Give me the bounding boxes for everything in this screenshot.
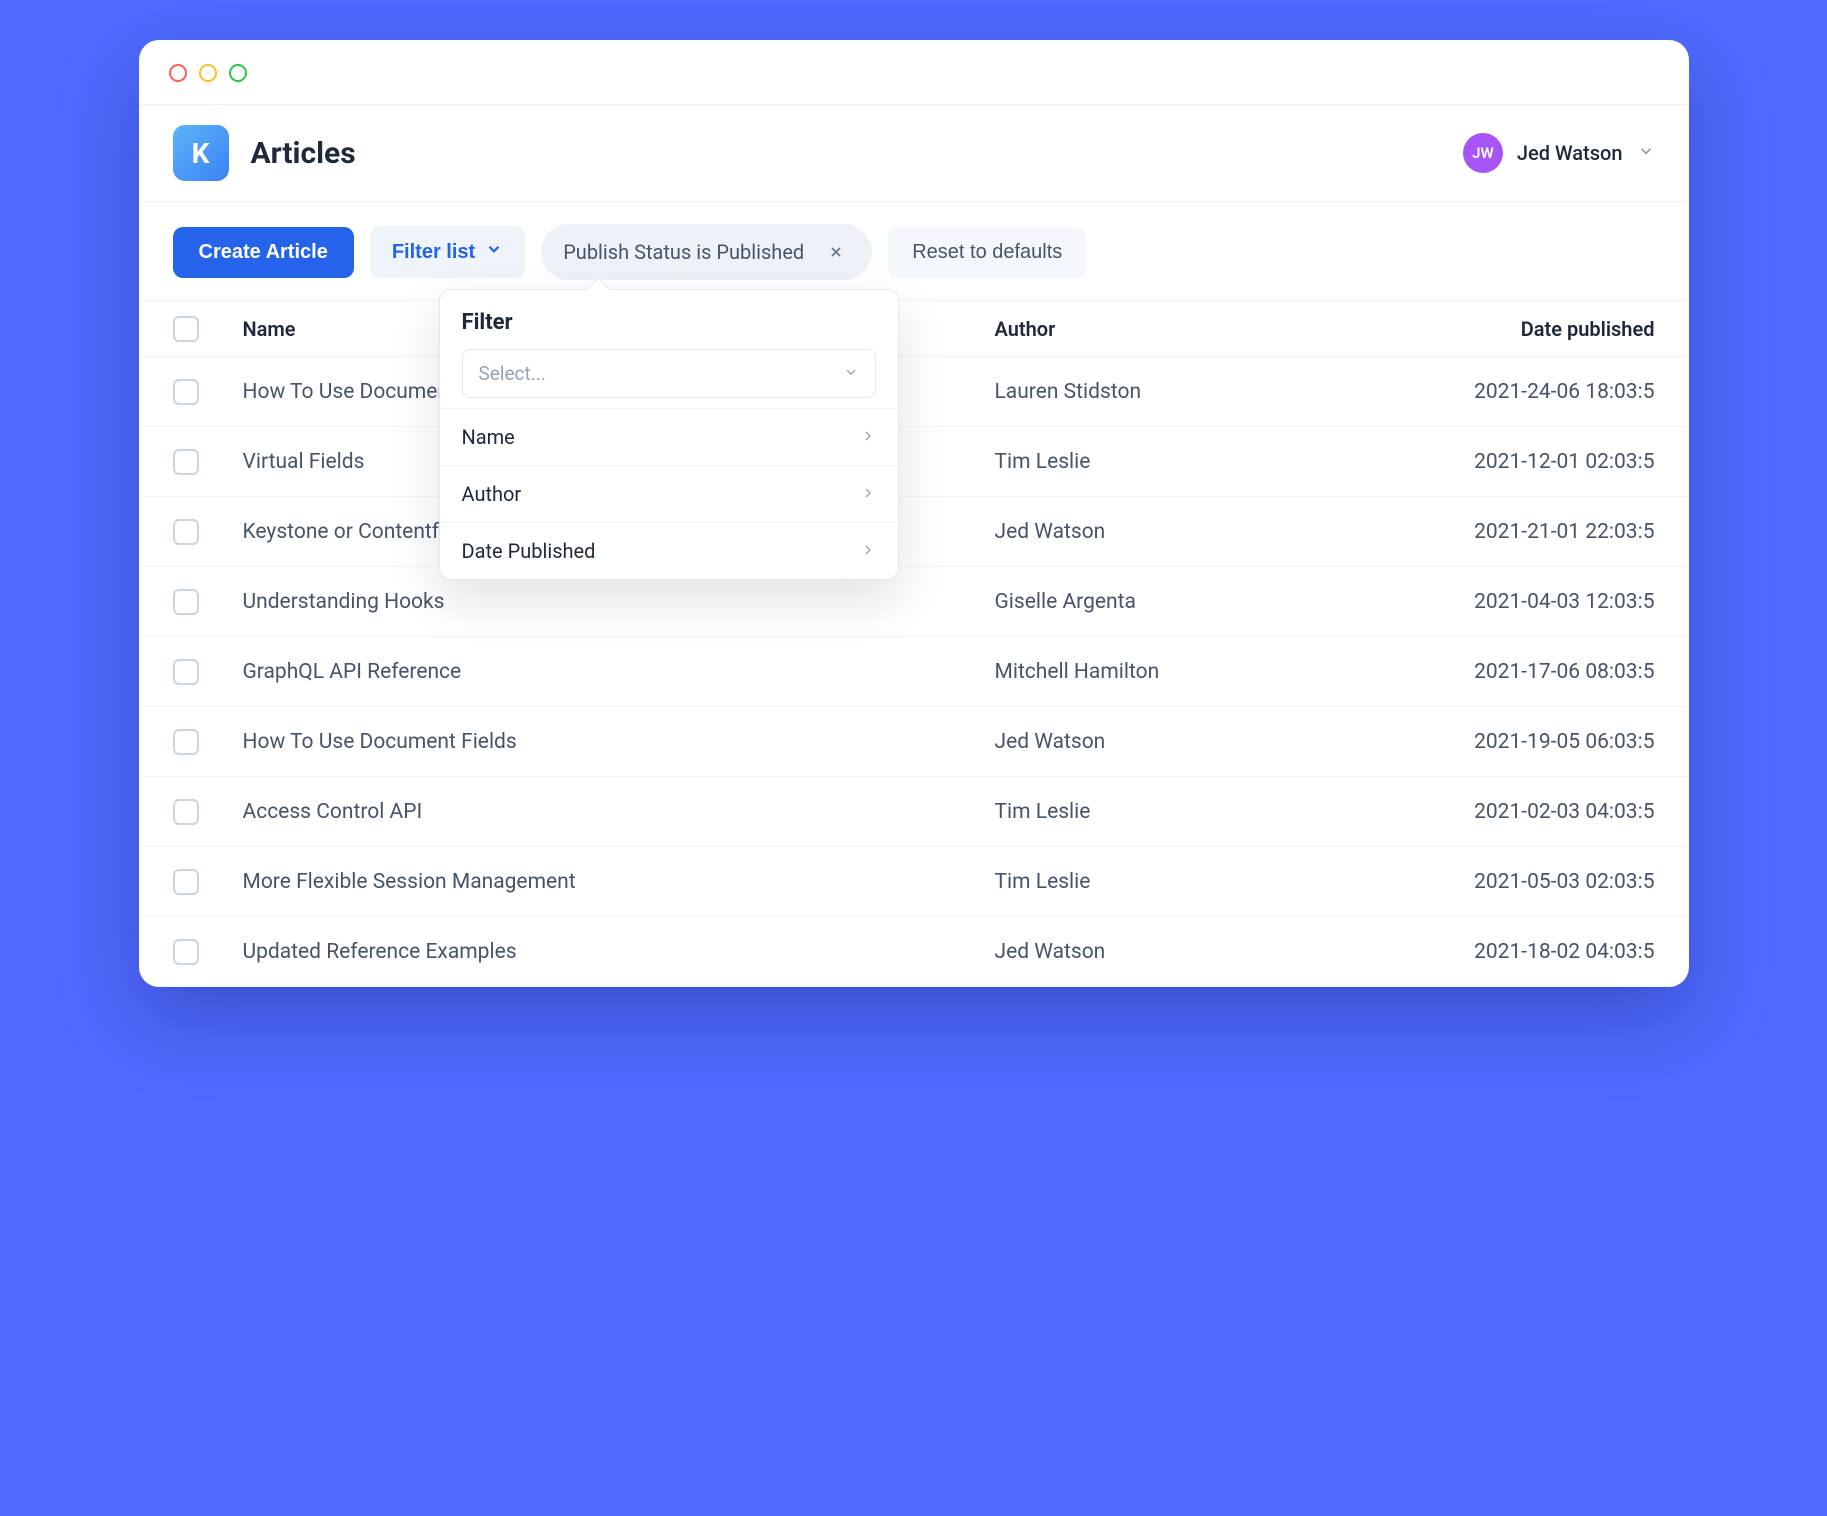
row-checkbox[interactable] xyxy=(173,939,199,965)
page-title: Articles xyxy=(251,136,356,171)
filter-option[interactable]: Name xyxy=(440,408,898,465)
table-row[interactable]: More Flexible Session ManagementTim Lesl… xyxy=(139,847,1689,917)
avatar: JW xyxy=(1463,133,1503,173)
filter-option[interactable]: Author xyxy=(440,465,898,522)
chevron-down-icon xyxy=(485,240,503,264)
filter-option-label: Name xyxy=(462,425,515,449)
cell-date: 2021-21-01 22:03:5 xyxy=(1335,520,1655,544)
cell-name: Updated Reference Examples xyxy=(243,940,995,964)
filter-popover-title: Filter xyxy=(440,290,898,349)
row-checkbox[interactable] xyxy=(173,449,199,475)
cell-date: 2021-02-03 04:03:5 xyxy=(1335,800,1655,824)
chevron-right-icon xyxy=(860,482,876,506)
row-checkbox[interactable] xyxy=(173,659,199,685)
cell-date: 2021-04-03 12:03:5 xyxy=(1335,590,1655,614)
table-row[interactable]: Updated Reference ExamplesJed Watson2021… xyxy=(139,917,1689,987)
cell-date: 2021-12-01 02:03:5 xyxy=(1335,450,1655,474)
reset-filters-button[interactable]: Reset to defaults xyxy=(888,227,1086,278)
filter-list-label: Filter list xyxy=(392,241,475,264)
row-checkbox[interactable] xyxy=(173,799,199,825)
content-area: Name Author Date published How To Use Do… xyxy=(139,301,1689,987)
cell-name: More Flexible Session Management xyxy=(243,870,995,894)
cell-date: 2021-17-06 08:03:5 xyxy=(1335,660,1655,684)
cell-author: Giselle Argenta xyxy=(995,590,1335,614)
cell-name: How To Use Document Fields xyxy=(243,730,995,754)
chevron-down-icon xyxy=(1637,142,1655,164)
cell-date: 2021-18-02 04:03:5 xyxy=(1335,940,1655,964)
cell-author: Jed Watson xyxy=(995,730,1335,754)
row-checkbox[interactable] xyxy=(173,729,199,755)
filter-chip-label: Publish Status is Published xyxy=(563,240,804,264)
header-left: K Articles xyxy=(173,125,356,181)
close-icon[interactable] xyxy=(822,238,850,266)
articles-table: Name Author Date published How To Use Do… xyxy=(139,301,1689,987)
filter-option-label: Author xyxy=(462,482,522,506)
filter-option[interactable]: Date Published xyxy=(440,522,898,579)
app-logo-icon[interactable]: K xyxy=(173,125,229,181)
cell-name: Access Control API xyxy=(243,800,995,824)
toolbar: Create Article Filter list Publish Statu… xyxy=(139,202,1689,301)
cell-author: Tim Leslie xyxy=(995,450,1335,474)
filter-select-placeholder: Select... xyxy=(479,362,546,385)
cell-date: 2021-05-03 02:03:5 xyxy=(1335,870,1655,894)
row-checkbox[interactable] xyxy=(173,589,199,615)
row-checkbox[interactable] xyxy=(173,869,199,895)
app-header: K Articles JW Jed Watson xyxy=(139,105,1689,202)
column-header-date[interactable]: Date published xyxy=(1335,317,1655,341)
table-row[interactable]: Keystone or Contentful — Which One?Jed W… xyxy=(139,497,1689,567)
chevron-right-icon xyxy=(860,539,876,563)
app-window: K Articles JW Jed Watson Create Article … xyxy=(139,40,1689,987)
user-menu[interactable]: JW Jed Watson xyxy=(1463,133,1655,173)
window-minimize-dot[interactable] xyxy=(199,64,217,82)
cell-author: Jed Watson xyxy=(995,940,1335,964)
cell-author: Jed Watson xyxy=(995,520,1335,544)
table-row[interactable]: How To Use Document FieldsJed Watson2021… xyxy=(139,707,1689,777)
table-row[interactable]: GraphQL API ReferenceMitchell Hamilton20… xyxy=(139,637,1689,707)
row-checkbox[interactable] xyxy=(173,519,199,545)
table-row[interactable]: Access Control APITim Leslie2021-02-03 0… xyxy=(139,777,1689,847)
filter-list-button[interactable]: Filter list xyxy=(370,226,525,278)
chevron-down-icon xyxy=(843,362,859,385)
cell-author: Tim Leslie xyxy=(995,870,1335,894)
cell-author: Mitchell Hamilton xyxy=(995,660,1335,684)
cell-author: Tim Leslie xyxy=(995,800,1335,824)
cell-name: GraphQL API Reference xyxy=(243,660,995,684)
window-titlebar xyxy=(139,40,1689,105)
row-checkbox[interactable] xyxy=(173,379,199,405)
table-row[interactable]: Virtual FieldsTim Leslie2021-12-01 02:03… xyxy=(139,427,1689,497)
table-body: How To Use Document FollowersLauren Stid… xyxy=(139,357,1689,987)
filter-options-list: Name Author Date Published xyxy=(440,408,898,579)
column-header-author[interactable]: Author xyxy=(995,317,1335,341)
filter-popover: Filter Select... Name Author Date Publishe… xyxy=(439,289,899,580)
window-maximize-dot[interactable] xyxy=(229,64,247,82)
filter-option-label: Date Published xyxy=(462,539,596,563)
cell-date: 2021-19-05 06:03:5 xyxy=(1335,730,1655,754)
chevron-right-icon xyxy=(860,425,876,449)
cell-name: Understanding Hooks xyxy=(243,590,995,614)
table-header-row: Name Author Date published xyxy=(139,301,1689,357)
user-name-label: Jed Watson xyxy=(1517,141,1623,165)
table-row[interactable]: How To Use Document FollowersLauren Stid… xyxy=(139,357,1689,427)
select-all-checkbox[interactable] xyxy=(173,316,199,342)
cell-date: 2021-24-06 18:03:5 xyxy=(1335,380,1655,404)
filter-chip[interactable]: Publish Status is Published xyxy=(541,224,872,280)
window-close-dot[interactable] xyxy=(169,64,187,82)
filter-select-field[interactable]: Select... xyxy=(462,349,876,398)
table-row[interactable]: Understanding HooksGiselle Argenta2021-0… xyxy=(139,567,1689,637)
cell-author: Lauren Stidston xyxy=(995,380,1335,404)
create-article-button[interactable]: Create Article xyxy=(173,227,354,278)
